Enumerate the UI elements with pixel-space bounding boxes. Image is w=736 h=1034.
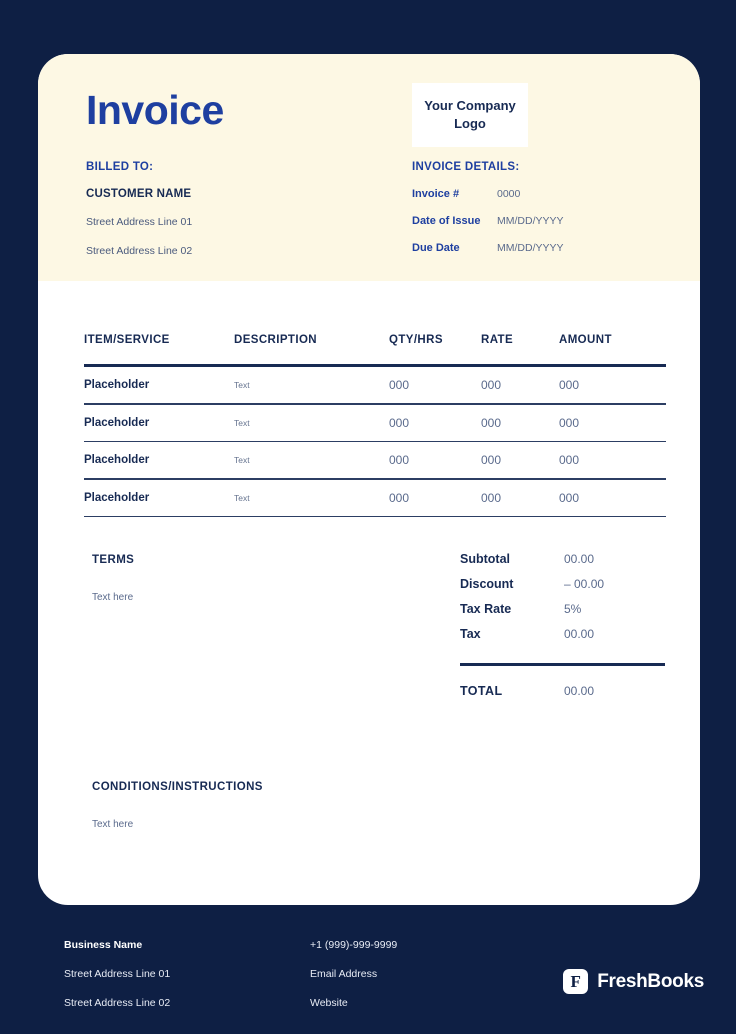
conditions-text[interactable]: Text here <box>92 819 512 830</box>
date-of-issue-value[interactable]: MM/DD/YYYY <box>497 215 564 227</box>
table-row[interactable]: Placeholder Text 000 000 000 <box>84 405 666 441</box>
grand-total-value[interactable]: 00.00 <box>548 684 594 698</box>
company-logo-placeholder[interactable]: Your Company Logo <box>412 83 528 147</box>
column-header-description: DESCRIPTION <box>234 334 317 346</box>
invoice-details-section: INVOICE DETAILS: Invoice # 0000 Date of … <box>412 161 672 269</box>
tax-rate-value[interactable]: 5% <box>548 602 581 616</box>
billed-to-section: BILLED TO: CUSTOMER NAME Street Address … <box>86 161 366 274</box>
freshbooks-wordmark: FreshBooks <box>597 970 704 992</box>
footer-business-name[interactable]: Business Name <box>64 939 294 951</box>
cell-rate[interactable]: 000 <box>481 378 559 392</box>
line-items-table: ITEM/SERVICE DESCRIPTION QTY/HRS RATE AM… <box>84 334 666 517</box>
invoice-number-value[interactable]: 0000 <box>497 188 520 200</box>
cell-rate[interactable]: 000 <box>481 453 559 467</box>
cell-qty[interactable]: 000 <box>389 491 481 505</box>
customer-name[interactable]: CUSTOMER NAME <box>86 188 366 200</box>
discount-label: Discount <box>460 577 514 591</box>
grand-total-label: TOTAL <box>460 684 503 698</box>
footer-website[interactable]: Website <box>310 997 520 1009</box>
subtotal-row: Subtotal 00.00 <box>460 552 670 566</box>
invoice-header-band: Invoice Your Company Logo BILLED TO: CUS… <box>38 54 700 281</box>
due-date-value[interactable]: MM/DD/YYYY <box>497 242 564 254</box>
cell-item[interactable]: Placeholder <box>84 417 234 429</box>
cell-item[interactable]: Placeholder <box>84 379 234 391</box>
invoice-details-label: INVOICE DETAILS: <box>412 161 520 173</box>
invoice-number-row: Invoice # 0000 <box>412 188 672 200</box>
terms-title: TERMS <box>92 554 135 566</box>
footer-phone[interactable]: +1 (999)-999-9999 <box>310 939 520 951</box>
conditions-section: CONDITIONS/INSTRUCTIONS Text here <box>92 781 512 830</box>
discount-value[interactable]: – 00.00 <box>548 577 604 591</box>
cell-qty[interactable]: 000 <box>389 453 481 467</box>
cell-qty[interactable]: 000 <box>389 378 481 392</box>
due-date-key: Due Date <box>412 242 460 254</box>
company-logo-label: Your Company Logo <box>424 98 516 131</box>
footer-address-line-2[interactable]: Street Address Line 02 <box>64 997 294 1009</box>
billed-to-label: BILLED TO: <box>86 161 154 173</box>
grand-total-row: TOTAL 00.00 <box>460 684 670 698</box>
footer-address-line-1[interactable]: Street Address Line 01 <box>64 968 294 980</box>
cell-amount[interactable]: 000 <box>559 491 659 505</box>
footer-contact-column: +1 (999)-999-9999 Email Address Website <box>310 939 520 1026</box>
cell-item[interactable]: Placeholder <box>84 454 234 466</box>
footer-email[interactable]: Email Address <box>310 968 520 980</box>
page-footer: Business Name Street Address Line 01 Str… <box>0 925 736 1034</box>
customer-address-line-1[interactable]: Street Address Line 01 <box>86 216 366 228</box>
tax-value[interactable]: 00.00 <box>548 627 594 641</box>
cell-description[interactable]: Text <box>234 418 389 428</box>
column-header-item: ITEM/SERVICE <box>84 334 170 346</box>
cell-qty[interactable]: 000 <box>389 416 481 430</box>
terms-section: TERMS Text here <box>92 554 392 603</box>
cell-amount[interactable]: 000 <box>559 416 659 430</box>
tax-rate-label: Tax Rate <box>460 602 512 616</box>
freshbooks-logo[interactable]: F FreshBooks <box>563 969 704 994</box>
cell-description[interactable]: Text <box>234 455 389 465</box>
column-header-rate: RATE <box>481 334 514 346</box>
discount-row: Discount – 00.00 <box>460 577 670 591</box>
subtotal-label: Subtotal <box>460 552 510 566</box>
date-of-issue-key: Date of Issue <box>412 215 481 227</box>
cell-description[interactable]: Text <box>234 380 389 390</box>
column-header-qty: QTY/HRS <box>389 334 443 346</box>
cell-rate[interactable]: 000 <box>481 491 559 505</box>
invoice-card: Invoice Your Company Logo BILLED TO: CUS… <box>38 54 700 905</box>
date-of-issue-row: Date of Issue MM/DD/YYYY <box>412 215 672 227</box>
tax-rate-row: Tax Rate 5% <box>460 602 670 616</box>
cell-amount[interactable]: 000 <box>559 378 659 392</box>
tax-label: Tax <box>460 627 481 641</box>
cell-item[interactable]: Placeholder <box>84 492 234 504</box>
invoice-number-key: Invoice # <box>412 188 460 200</box>
conditions-title: CONDITIONS/INSTRUCTIONS <box>92 781 263 793</box>
cell-description[interactable]: Text <box>234 493 389 503</box>
subtotal-value[interactable]: 00.00 <box>548 552 594 566</box>
tax-row: Tax 00.00 <box>460 627 670 641</box>
table-header-row: ITEM/SERVICE DESCRIPTION QTY/HRS RATE AM… <box>84 334 666 364</box>
cell-rate[interactable]: 000 <box>481 416 559 430</box>
page-title: Invoice <box>86 87 224 133</box>
totals-divider <box>460 663 665 666</box>
table-row[interactable]: Placeholder Text 000 000 000 <box>84 367 666 403</box>
table-bottom-rule <box>84 515 666 517</box>
table-row[interactable]: Placeholder Text 000 000 000 <box>84 442 666 478</box>
terms-text[interactable]: Text here <box>92 592 392 603</box>
cell-amount[interactable]: 000 <box>559 453 659 467</box>
footer-business-column: Business Name Street Address Line 01 Str… <box>64 939 294 1026</box>
column-header-amount: AMOUNT <box>559 334 612 346</box>
due-date-row: Due Date MM/DD/YYYY <box>412 242 672 254</box>
customer-address-line-2[interactable]: Street Address Line 02 <box>86 245 366 257</box>
freshbooks-mark-icon: F <box>563 969 589 994</box>
totals-section: Subtotal 00.00 Discount – 00.00 Tax Rate… <box>460 552 670 709</box>
table-row[interactable]: Placeholder Text 000 000 000 <box>84 480 666 516</box>
